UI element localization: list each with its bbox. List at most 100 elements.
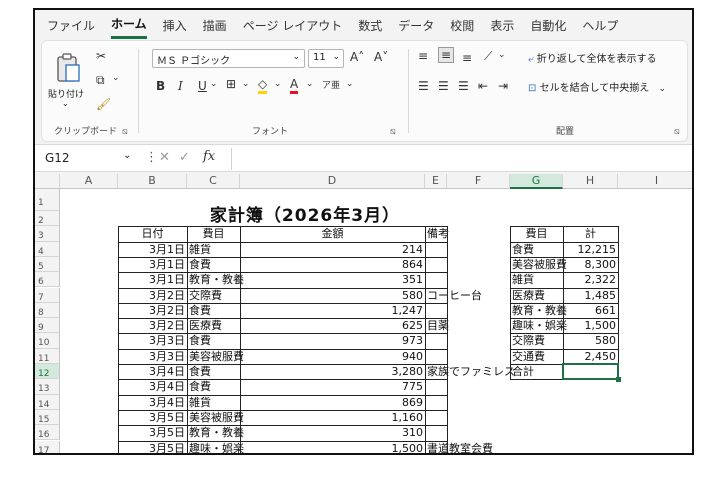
row-header-3[interactable]: 3 — [35, 226, 60, 242]
phonetic-icon[interactable]: ア亜 — [322, 78, 340, 91]
date-cell[interactable]: 3月5日 — [118, 426, 187, 439]
copy-icon[interactable]: ⧉ — [96, 73, 105, 88]
date-cell[interactable]: 3月4日 — [118, 365, 187, 378]
column-header-a[interactable]: A — [60, 174, 118, 189]
row-header-9[interactable]: 9 — [35, 318, 60, 334]
note-cell[interactable]: 家族でファミレス — [425, 365, 515, 378]
summary-category-cell[interactable]: 趣味・娯楽 — [510, 319, 567, 332]
tab-2[interactable]: 挿入 — [163, 13, 187, 38]
fill-handle[interactable] — [616, 377, 621, 383]
amount-cell[interactable]: 625 — [240, 319, 425, 332]
fill-color-dropdown-icon[interactable]: ⌄ — [274, 79, 282, 89]
summary-category-cell[interactable]: 雑貨 — [510, 273, 563, 286]
tab-8[interactable]: 表示 — [490, 13, 514, 38]
category-cell[interactable]: 食費 — [187, 304, 240, 317]
font-name-select[interactable]: ＭＳ Ｐゴシック ⌄ — [152, 49, 305, 68]
amount-cell[interactable]: 973 — [240, 334, 425, 347]
summary-total-cell[interactable]: 1,485 — [563, 289, 618, 302]
category-cell[interactable]: 食費 — [187, 258, 240, 271]
row-header-6[interactable]: 6 — [35, 272, 60, 288]
summary-category-cell[interactable]: 教育・教養 — [510, 304, 567, 317]
summary-category-cell[interactable]: 食費 — [510, 243, 563, 256]
column-header-e[interactable]: E — [425, 174, 447, 189]
date-cell[interactable]: 3月4日 — [118, 380, 187, 393]
amount-cell[interactable]: 864 — [240, 258, 425, 271]
column-header-i[interactable]: I — [618, 174, 692, 189]
amount-cell[interactable]: 3,280 — [240, 365, 425, 378]
tab-3[interactable]: 描画 — [203, 13, 227, 38]
category-cell[interactable]: 趣味・娯楽 — [187, 442, 244, 454]
table-header-cell[interactable]: 費目 — [187, 227, 240, 240]
name-box[interactable]: G12 — [41, 149, 131, 169]
row-header-11[interactable]: 11 — [35, 348, 60, 364]
amount-cell[interactable]: 214 — [240, 243, 425, 256]
fill-color-icon[interactable]: ◇ — [258, 77, 268, 94]
row-header-10[interactable]: 10 — [35, 333, 60, 349]
tab-6[interactable]: データ — [398, 13, 434, 38]
align-top-icon[interactable]: ≡ — [418, 49, 428, 63]
cancel-icon[interactable]: ✕ — [159, 150, 170, 165]
cut-icon[interactable]: ✂ — [96, 49, 106, 63]
date-cell[interactable]: 3月3日 — [118, 334, 187, 347]
note-cell[interactable] — [425, 304, 447, 317]
summary-category-cell[interactable]: 交通費 — [510, 350, 563, 363]
amount-cell[interactable]: 775 — [240, 380, 425, 393]
name-box-dropdown-icon[interactable]: ⌄ — [123, 150, 131, 161]
tab-1[interactable]: ホーム — [111, 11, 147, 39]
align-bottom-icon[interactable]: ≡ — [462, 51, 472, 65]
align-right-icon[interactable]: ☰ — [458, 79, 469, 93]
note-cell[interactable]: コーヒー台 — [425, 289, 482, 302]
summary-total-cell[interactable]: 580 — [563, 334, 618, 347]
font-size-select[interactable]: 11 ⌄ — [308, 49, 344, 68]
row-header-5[interactable]: 5 — [35, 256, 60, 273]
format-painter-icon[interactable]: 🖌 — [96, 97, 111, 111]
clipboard-launcher-icon[interactable]: ⧅ — [122, 127, 128, 137]
more-options-icon[interactable]: ⋮ — [145, 150, 158, 165]
font-color-icon[interactable]: A — [290, 77, 299, 94]
align-middle-icon[interactable]: ≡ — [438, 47, 455, 63]
date-cell[interactable]: 3月2日 — [118, 319, 187, 332]
table-header-cell[interactable]: 金額 — [240, 227, 425, 240]
decrease-indent-icon[interactable]: ⇤ — [478, 79, 488, 93]
align-center-icon[interactable]: ☰ — [438, 79, 449, 93]
date-cell[interactable]: 3月1日 — [118, 273, 187, 286]
row-header-4[interactable]: 4 — [35, 241, 60, 257]
category-cell[interactable]: 医療費 — [187, 319, 240, 332]
category-cell[interactable]: 雑貨 — [187, 243, 240, 256]
select-all-corner[interactable] — [35, 174, 60, 189]
column-header-g[interactable]: G — [510, 174, 563, 189]
category-cell[interactable]: 美容被服費 — [187, 411, 244, 424]
summary-total-cell[interactable]: 12,215 — [563, 243, 618, 256]
tab-5[interactable]: 数式 — [358, 13, 382, 38]
summary-category-cell[interactable]: 美容被服費 — [510, 258, 567, 271]
column-header-b[interactable]: B — [118, 174, 187, 189]
bold-button[interactable]: B — [156, 79, 165, 93]
copy-dropdown-icon[interactable]: ⌄ — [112, 73, 120, 83]
date-cell[interactable]: 3月1日 — [118, 243, 187, 256]
note-cell[interactable]: 目薬 — [425, 319, 449, 332]
column-header-f[interactable]: F — [447, 174, 510, 189]
category-cell[interactable]: 交際費 — [187, 289, 240, 302]
note-cell[interactable] — [425, 334, 447, 347]
row-header-8[interactable]: 8 — [35, 302, 60, 319]
summary-category-cell[interactable]: 合計 — [510, 365, 563, 378]
enter-icon[interactable]: ✓ — [179, 150, 190, 165]
summary-header-cell[interactable]: 費目 — [510, 227, 563, 240]
row-header-14[interactable]: 14 — [35, 394, 60, 410]
row-header-12[interactable]: 12 — [35, 364, 60, 380]
table-header-cell[interactable]: 日付 — [118, 227, 187, 240]
formula-input[interactable] — [231, 148, 686, 170]
category-cell[interactable]: 教育・教養 — [187, 273, 244, 286]
summary-total-cell[interactable]: 8,300 — [563, 258, 618, 271]
row-header-16[interactable]: 16 — [35, 425, 60, 441]
font-launcher-icon[interactable]: ⧅ — [390, 127, 396, 137]
amount-cell[interactable]: 1,247 — [240, 304, 425, 317]
paste-icon[interactable] — [56, 53, 82, 83]
column-header-c[interactable]: C — [187, 174, 240, 189]
tab-0[interactable]: ファイル — [47, 13, 95, 38]
amount-cell[interactable]: 1,160 — [240, 411, 425, 424]
amount-cell[interactable]: 580 — [240, 289, 425, 302]
amount-cell[interactable]: 940 — [240, 350, 425, 363]
summary-header-cell[interactable]: 計 — [563, 227, 618, 240]
row-header-1[interactable]: 1 — [35, 189, 60, 211]
